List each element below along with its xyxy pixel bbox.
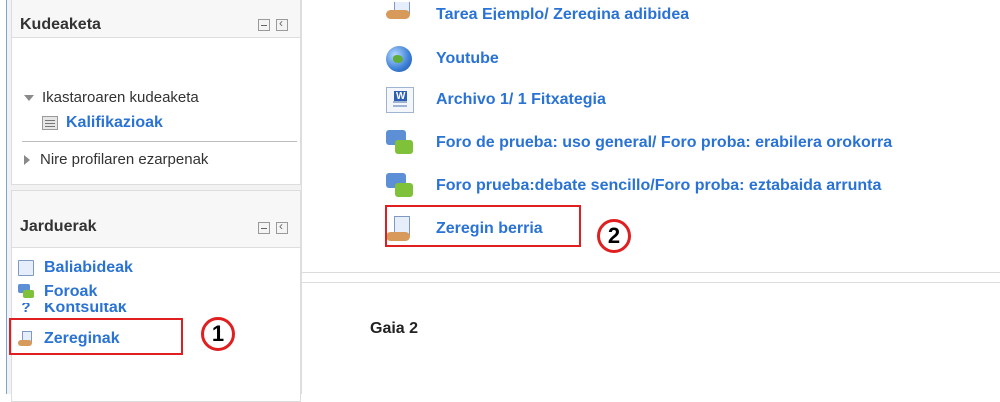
dock-icon[interactable] [276,219,288,234]
forum-icon [386,130,414,156]
grades-icon [42,116,58,130]
module-label: Foro de prueba: uso general/ Foro proba:… [436,134,893,151]
main-content: Tarea Ejemplo/ Zeregina adibidea Youtube… [302,0,1000,394]
quiz-icon: ? [21,303,31,313]
activity-label: Baliabideak [44,259,133,276]
triangle-right-icon [24,154,30,165]
activities-block-title: Jarduerak [20,218,97,235]
tree-item-course-admin[interactable]: Ikastaroaren kudeaketa [24,89,199,106]
module-label: Foro prueba:debate sencillo/Foro proba: … [436,177,882,194]
word-file-icon [386,87,414,113]
module-foro-general[interactable]: Foro de prueba: uso general/ Foro proba:… [386,130,892,156]
module-archivo[interactable]: Archivo 1/ 1 Fitxategia [386,87,606,113]
highlight-box-2 [385,205,581,247]
annotation-number: 2 [607,223,621,248]
module-label: Archivo 1/ 1 Fitxategia [436,91,606,108]
module-tarea-ejemplo[interactable]: Tarea Ejemplo/ Zeregina adibidea [386,2,689,20]
triangle-down-icon [24,94,34,101]
admin-block: Kudeaketa Ikastaroaren kudeaketa Kalifik… [11,0,301,185]
resource-icon [18,260,34,276]
section-title: Gaia 2 [370,320,419,337]
activity-resources[interactable]: Baliabideak [18,259,133,277]
minimize-icon[interactable] [258,222,270,234]
assignment-icon [386,2,414,20]
activity-label: Foroak [44,283,98,300]
admin-block-title: Kudeaketa [20,16,101,33]
minimize-icon[interactable] [258,19,270,31]
tree-item-label: Nire profilaren ezarpenak [40,151,209,168]
module-youtube[interactable]: Youtube [386,46,499,72]
forum-icon [386,173,414,199]
activities-block-header: Jarduerak [12,191,300,248]
module-label: Youtube [436,50,499,67]
admin-block-header: Kudeaketa [12,0,300,38]
module-label: Tarea Ejemplo/ Zeregina adibidea [436,6,690,20]
annotation-circle-1: 1 [201,317,235,351]
annotation-circle-2: 2 [597,219,631,253]
tree-item-grades[interactable]: Kalifikazioak [42,114,163,132]
annotation-number: 1 [211,321,225,346]
highlight-box-1 [9,318,183,355]
divider [22,141,297,142]
tree-item-label: Ikastaroaren kudeaketa [42,89,199,106]
activity-quizzes[interactable]: ? Kontsultak [18,303,127,313]
module-foro-debate[interactable]: Foro prueba:debate sencillo/Foro proba: … [386,173,881,199]
activities-block: Jarduerak Baliabideak Foroak ? Kontsulta… [11,190,301,402]
dock-icon[interactable] [276,16,288,31]
window-edge [0,0,7,394]
activity-forums[interactable]: Foroak [18,283,97,301]
forum-icon [18,284,34,300]
grades-link[interactable]: Kalifikazioak [66,114,163,132]
tree-item-profile-settings[interactable]: Nire profilaren ezarpenak [24,151,208,168]
url-icon [386,46,412,72]
activity-label: Kontsultak [44,303,127,313]
course-section-2: Gaia 2 [302,282,1000,395]
